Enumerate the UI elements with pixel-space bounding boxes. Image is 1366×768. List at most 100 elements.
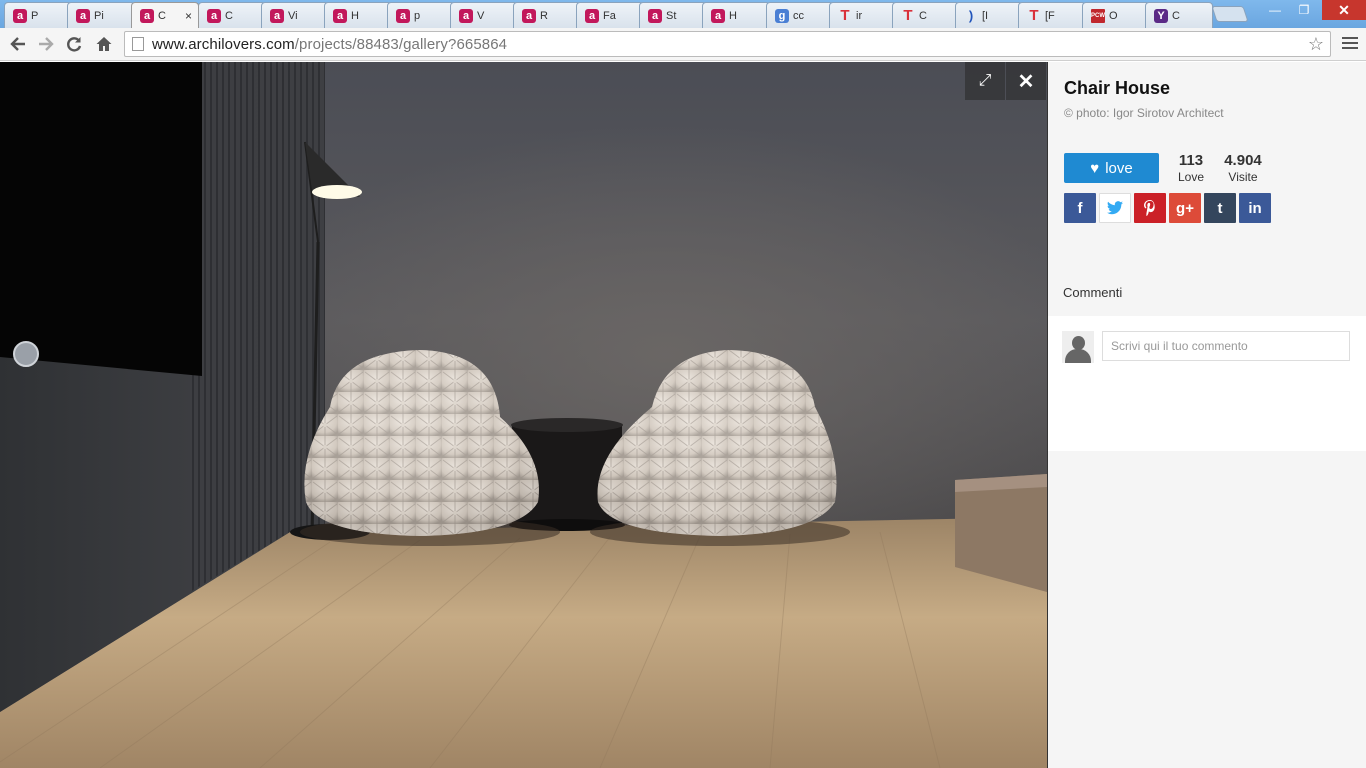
viewer-close-icon[interactable]: ✕ (1006, 62, 1046, 100)
tab-title: p (414, 9, 421, 22)
page-icon (132, 37, 144, 51)
pcw-favicon-icon: PCW (1091, 8, 1105, 23)
archilovers-favicon-icon: a (76, 8, 90, 23)
visits-label: Visite (1228, 170, 1258, 184)
visits-count: 4.904 (1224, 152, 1262, 169)
t-red-favicon-icon: T (840, 7, 850, 24)
browser-tab[interactable]: YC (1145, 2, 1213, 28)
google-favicon-icon: g (775, 8, 789, 23)
visits-stat: 4.904 Visite (1221, 152, 1265, 184)
comment-input[interactable] (1102, 331, 1350, 361)
browser-tab[interactable]: Tir (829, 2, 897, 28)
archilovers-favicon-icon: a (207, 8, 221, 23)
browser-tab[interactable]: TC (892, 2, 960, 28)
tab-title: C (225, 9, 233, 22)
browser-tab[interactable]: aV (450, 2, 518, 28)
chrome-menu-icon[interactable] (1340, 34, 1360, 54)
tab-title: V (477, 9, 485, 22)
photo-credit: © photo: Igor Sirotov Architect (1064, 106, 1224, 120)
browser-tab[interactable]: ) [I (955, 2, 1023, 28)
moon-favicon-icon: ) (968, 8, 974, 23)
browser-tab[interactable]: a Pi (67, 2, 135, 28)
home-icon[interactable] (92, 32, 116, 56)
archilovers-favicon-icon: a (585, 8, 599, 23)
twitter-share-icon[interactable] (1099, 193, 1131, 223)
browser-tab[interactable]: aC (198, 2, 266, 28)
t-red-favicon-icon: T (1029, 7, 1039, 24)
archilovers-favicon-icon: a (648, 8, 662, 23)
tab-title: Fa (603, 9, 616, 22)
tab-title: cc (793, 9, 804, 22)
sidebar: Chair House © photo: Igor Sirotov Archit… (1047, 62, 1366, 768)
tumblr-share-icon[interactable]: t (1204, 193, 1236, 223)
archilovers-favicon-icon: a (459, 8, 473, 23)
bookmark-star-icon[interactable]: ☆ (1308, 34, 1324, 55)
archilovers-favicon-icon: a (270, 8, 284, 23)
tab-title: C (158, 9, 166, 22)
archilovers-favicon-icon: a (711, 8, 725, 23)
love-count-label: Love (1177, 170, 1205, 184)
tab-close-icon[interactable]: × (185, 9, 192, 23)
browser-tab[interactable]: T [F (1018, 2, 1086, 28)
tab-title: C (919, 9, 927, 22)
tab-title: ir (856, 9, 863, 22)
archilovers-favicon-icon: a (13, 8, 27, 23)
browser-tab[interactable]: g cc (766, 2, 834, 28)
address-bar[interactable]: www.archilovers.com/projects/88483/galle… (124, 31, 1331, 57)
browser-tab[interactable]: a C × (131, 2, 199, 28)
archilovers-favicon-icon: a (396, 8, 410, 23)
tab-title: R (540, 9, 548, 22)
minimize-button[interactable]: — (1260, 0, 1290, 20)
browser-tab[interactable]: a St (639, 2, 707, 28)
url-host: www.archilovers.com (152, 35, 295, 53)
share-buttons: f g+ t in (1064, 193, 1271, 223)
url-text: www.archilovers.com/projects/88483/galle… (152, 36, 507, 53)
love-count-stat: 113 Love (1174, 152, 1208, 184)
browser-tab[interactable]: aR (513, 2, 581, 28)
tab-title: [F (1045, 9, 1055, 22)
tab-title: Pi (94, 9, 104, 22)
archilovers-favicon-icon: a (140, 8, 154, 23)
google-plus-share-icon[interactable]: g+ (1169, 193, 1201, 223)
browser-tab[interactable]: aH (702, 2, 770, 28)
browser-tab[interactable]: a Fa (576, 2, 644, 28)
comment-form (1048, 316, 1366, 451)
forward-arrow-icon[interactable] (34, 32, 58, 56)
new-tab-button[interactable] (1211, 6, 1249, 22)
love-button[interactable]: ♥ love (1064, 153, 1159, 183)
user-avatar-icon (1062, 331, 1094, 363)
restore-button[interactable]: ❐ (1290, 0, 1318, 20)
tab-title: Vi (288, 9, 298, 22)
browser-tab[interactable]: aH (324, 2, 392, 28)
tab-title: H (729, 9, 737, 22)
yahoo-favicon-icon: Y (1154, 8, 1168, 23)
gallery-photo (0, 62, 1047, 768)
image-viewer[interactable]: ⤢ ✕ (0, 62, 1047, 768)
tab-title: [I (982, 9, 989, 22)
love-button-label: love (1105, 159, 1133, 177)
reload-icon[interactable] (62, 32, 86, 56)
tab-title: P (31, 9, 39, 22)
browser-tab[interactable]: aP (4, 2, 72, 28)
back-arrow-icon[interactable] (6, 32, 30, 56)
tab-title: O (1109, 9, 1118, 22)
facebook-share-icon[interactable]: f (1064, 193, 1096, 223)
archilovers-favicon-icon: a (522, 8, 536, 23)
browser-tab[interactable]: ap (387, 2, 455, 28)
t-red-favicon-icon: T (903, 7, 913, 24)
linkedin-share-icon[interactable]: in (1239, 193, 1271, 223)
fullscreen-expand-icon[interactable]: ⤢ (965, 62, 1005, 100)
browser-tab[interactable]: a Vi (261, 2, 329, 28)
tab-strip: a Pa Pi a C × a Ca Vi a Ha p a Va Ra Fa a St a Hg cc Tir T C) [I… (0, 0, 1366, 28)
browser-tab[interactable]: PCW O (1082, 2, 1150, 28)
project-title: Chair House (1064, 78, 1171, 98)
browser-toolbar: www.archilovers.com/projects/88483/galle… (0, 28, 1366, 61)
tab-title: C (1172, 9, 1180, 22)
tab-title: St (666, 9, 677, 22)
close-window-button[interactable]: ✕ (1322, 0, 1366, 20)
comments-heading: Commenti (1063, 285, 1123, 300)
page-content: ⤢ ✕ Chair House © photo: Igor Sirotov Ar… (0, 62, 1366, 768)
url-path: /projects/88483/gallery?665864 (294, 35, 508, 53)
love-count: 113 (1178, 152, 1204, 169)
pinterest-share-icon[interactable] (1134, 193, 1166, 223)
